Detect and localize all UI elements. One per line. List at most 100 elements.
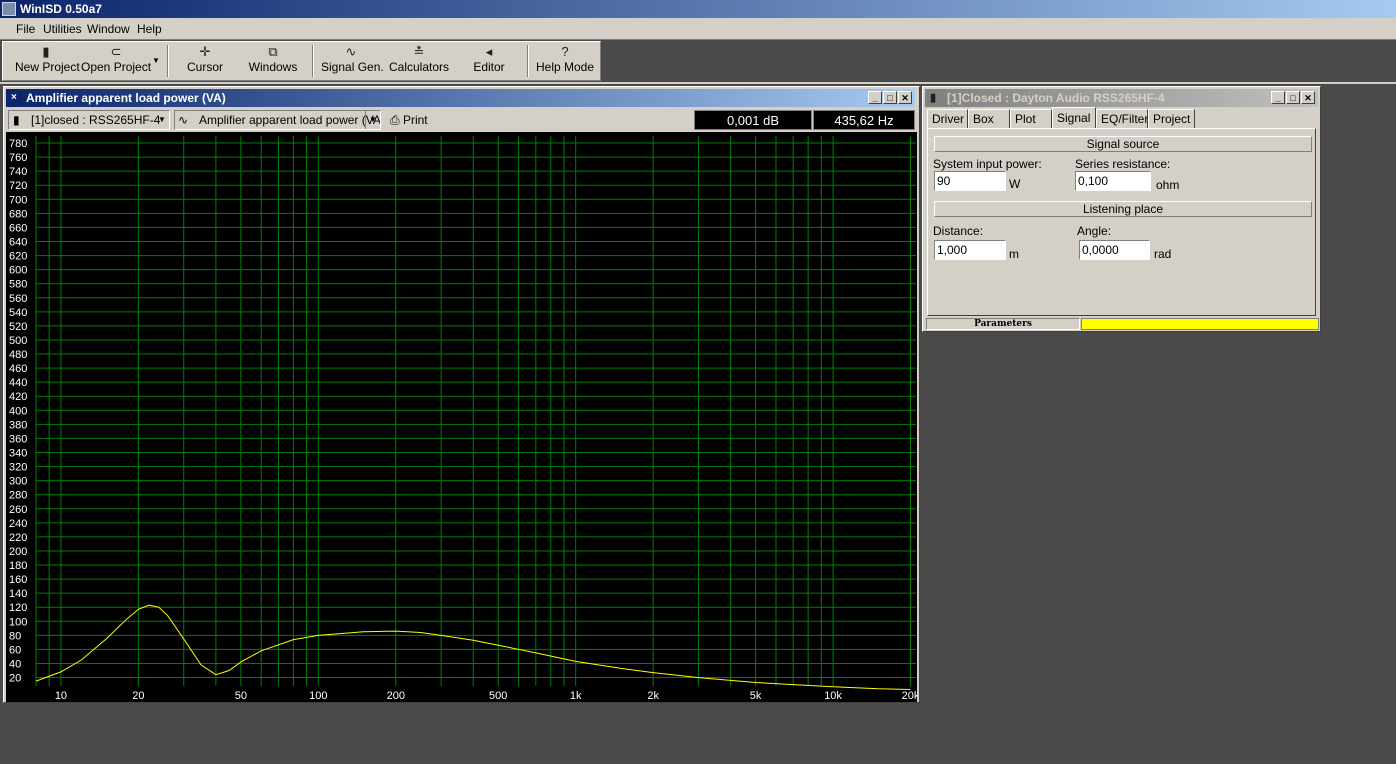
folder-open-icon: ⊂	[110, 44, 122, 59]
close-icon[interactable]: ✕	[898, 91, 912, 104]
angle-field[interactable]	[1079, 240, 1150, 260]
x-tick-label: 20k	[902, 690, 917, 702]
maximize-icon[interactable]: □	[1286, 91, 1300, 104]
readout-db: 0,001 dB	[694, 110, 812, 130]
y-tick-label: 160	[9, 574, 27, 586]
speaker-icon: ◂	[485, 44, 493, 59]
main-toolbar: ▮ New Project ⊂ Open Project ▼ ✛ Cursor …	[2, 41, 601, 81]
y-tick-label: 200	[9, 546, 27, 558]
plot-window-title: Amplifier apparent load power (VA)	[26, 91, 226, 105]
y-tick-label: 440	[9, 377, 27, 389]
series-resistance-field[interactable]	[1075, 171, 1151, 191]
calculator-icon: ≛	[413, 44, 425, 59]
y-tick-label: 80	[9, 630, 21, 642]
menu-utilities[interactable]: Utilities	[43, 22, 82, 36]
x-tick-label: 200	[387, 690, 405, 702]
listening-place-header: Listening place	[934, 201, 1312, 217]
driver-icon: ▮	[13, 113, 20, 127]
status-indicator	[1081, 318, 1319, 330]
tab-signal[interactable]: Signal	[1052, 107, 1096, 129]
angle-label: Angle:	[1077, 224, 1112, 238]
distance-unit: m	[1009, 247, 1019, 261]
app-icon	[2, 2, 16, 16]
x-tick-label: 2k	[647, 690, 659, 702]
chevron-down-icon[interactable]: ▼	[155, 111, 169, 129]
toolbar-separator	[167, 45, 169, 77]
y-tick-label: 760	[9, 152, 27, 164]
windows-button[interactable]: ⧉ Windows	[243, 44, 303, 78]
params-statusbar: Parameters	[926, 318, 1319, 330]
minimize-icon[interactable]: _	[1271, 91, 1285, 104]
crosshair-icon: ✛	[199, 44, 211, 59]
x-tick-label: 5k	[750, 690, 762, 702]
readout-hz: 435,62 Hz	[813, 110, 915, 130]
tab-project[interactable]: Project	[1148, 109, 1195, 128]
y-tick-label: 780	[9, 138, 27, 150]
mdi-top-band	[0, 82, 1396, 84]
plot-window: × Amplifier apparent load power (VA) _ □ ✕…	[3, 86, 920, 703]
help-mode-button[interactable]: ? Help Mode	[535, 44, 595, 78]
y-tick-label: 220	[9, 532, 27, 544]
params-window-title: [1]Closed : Dayton Audio RSS265HF-4	[947, 91, 1165, 105]
y-tick-label: 360	[9, 433, 27, 445]
y-tick-label: 600	[9, 265, 27, 277]
y-tick-label: 280	[9, 490, 27, 502]
driver-icon: ▮	[930, 92, 937, 104]
sine-wave-icon: ∿	[345, 44, 357, 59]
x-tick-label: 100	[309, 690, 327, 702]
tab-plot[interactable]: Plot	[1010, 109, 1052, 128]
system-input-power-label: System input power:	[933, 157, 1042, 171]
params-window-titlebar[interactable]: ▮ [1]Closed : Dayton Audio RSS265HF-4 _ □…	[925, 89, 1318, 107]
chart-svg: 20 40 60 80 100 120 140 160 180 200 220 240 260 280 30…	[9, 136, 917, 702]
minimize-icon[interactable]: _	[868, 91, 882, 104]
resistance-unit: ohm	[1156, 178, 1180, 192]
new-project-button[interactable]: ▮ New Project	[15, 44, 80, 78]
open-project-dropdown-icon[interactable]: ▼	[152, 56, 160, 65]
graph-select[interactable]: ∿ Amplifier apparent load power (VA) ▼	[174, 110, 381, 130]
system-input-power-field[interactable]	[934, 171, 1006, 191]
plot-window-titlebar[interactable]: × Amplifier apparent load power (VA) _ □ ✕	[6, 89, 915, 107]
power-unit: W	[1009, 177, 1021, 191]
y-tick-label: 60	[9, 644, 21, 656]
menu-help[interactable]: Help	[137, 22, 162, 36]
toolbar-separator	[312, 45, 314, 77]
y-tick-label: 240	[9, 518, 27, 530]
question-mark-icon: ?	[561, 44, 569, 59]
y-tick-label: 680	[9, 208, 27, 220]
app-titlebar: WinISD 0.50a7	[0, 0, 1396, 18]
print-button[interactable]: ⎙ Print	[390, 110, 428, 130]
y-tick-label: 540	[9, 307, 27, 319]
x-tick-label: 10k	[824, 690, 842, 702]
open-project-button[interactable]: ⊂ Open Project	[81, 44, 151, 78]
y-tick-label: 120	[9, 602, 27, 614]
signal-gen-button[interactable]: ∿ Signal Gen.	[321, 44, 384, 78]
chevron-down-icon[interactable]: ▼	[365, 111, 380, 129]
project-select[interactable]: ▮ [1]closed : RSS265HF-4 ▼	[8, 110, 170, 130]
distance-field[interactable]	[934, 240, 1006, 260]
menu-file[interactable]: File	[16, 22, 35, 36]
menu-window[interactable]: Window	[87, 22, 130, 36]
y-tick-label: 140	[9, 588, 27, 600]
y-tick-label: 460	[9, 363, 27, 375]
y-tick-label: 480	[9, 349, 27, 361]
x-tick-label: 500	[489, 690, 507, 702]
editor-button[interactable]: ◂ Editor	[459, 44, 519, 78]
y-tick-label: 340	[9, 447, 27, 459]
maximize-icon[interactable]: □	[883, 91, 897, 104]
y-tick-label: 500	[9, 335, 27, 347]
cursor-button[interactable]: ✛ Cursor	[175, 44, 235, 78]
y-tick-label: 720	[9, 180, 27, 192]
tab-driver[interactable]: Driver	[927, 109, 968, 128]
close-icon[interactable]: ✕	[1301, 91, 1315, 104]
tab-box[interactable]: Box	[968, 109, 1010, 128]
y-tick-label: 420	[9, 391, 27, 403]
tab-eq-filter[interactable]: EQ/Filter	[1096, 109, 1148, 128]
y-tick-label: 100	[9, 616, 27, 628]
calculators-button[interactable]: ≛ Calculators	[389, 44, 449, 78]
sine-wave-icon: ∿	[178, 113, 189, 127]
plot-area[interactable]: 20 40 60 80 100 120 140 160 180 200 220 240 260 280 30…	[6, 132, 917, 702]
graph-select-value: Amplifier apparent load power (VA)	[199, 113, 381, 127]
signal-source-header: Signal source	[934, 136, 1312, 152]
status-parameters: Parameters	[926, 318, 1080, 330]
y-tick-label: 20	[9, 673, 21, 685]
